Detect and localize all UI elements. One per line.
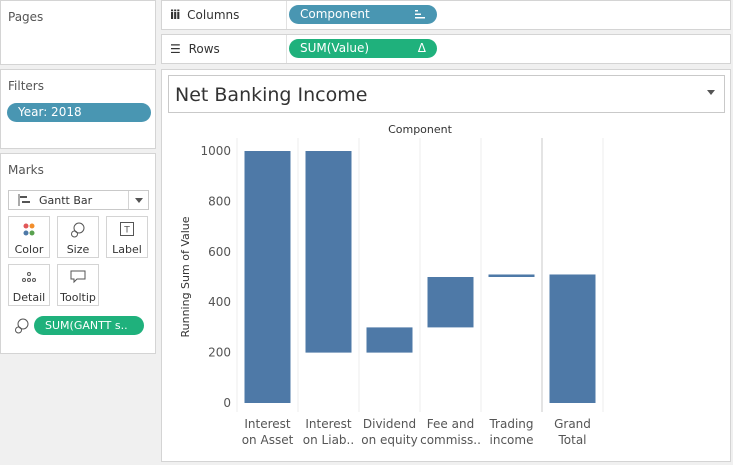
y-tick-label: 400 [208, 295, 231, 309]
detail-mark-card[interactable]: Detail [8, 264, 50, 306]
label-label: Label [112, 243, 142, 256]
y-tick-label: 0 [223, 396, 231, 410]
tooltip-icon [58, 270, 98, 290]
rows-pill-sum-value[interactable]: SUM(Value) Δ [289, 39, 437, 58]
x-tick-label: commiss.. [420, 433, 481, 447]
x-tick-label: Fee and [427, 417, 474, 431]
x-tick-label: on equity [361, 433, 418, 447]
size-field-pill[interactable]: SUM(GANTT s.. [34, 316, 144, 335]
tooltip-label: Tooltip [60, 291, 96, 304]
mark-type-label: Gantt Bar [39, 194, 93, 207]
gantt-bar-icon [18, 194, 32, 209]
worksheet-view[interactable]: Component 0 200 400 600 800 1000 Running Sum of… [161, 69, 731, 462]
x-tick-label: Interest [244, 417, 291, 431]
x-tick-label: Total [557, 433, 586, 447]
x-tick-label: on Liab.. [303, 433, 354, 447]
size-mark-card[interactable]: Size [57, 216, 99, 258]
marks-title: Marks [8, 163, 44, 177]
size-label: Size [66, 243, 90, 256]
columns-icon: iii [170, 8, 180, 22]
detail-icon [9, 270, 49, 290]
filters-card[interactable]: Filters Year: 2018 [0, 69, 156, 149]
table-calc-icon: Δ [417, 41, 426, 55]
rows-icon: ☰ [170, 42, 181, 56]
label-icon: T [107, 222, 147, 242]
columns-shelf-label: iii Columns [170, 8, 240, 22]
color-icon [9, 222, 49, 242]
mark-type-dropdown[interactable]: Gantt Bar [8, 190, 149, 210]
tooltip-mark-card[interactable]: Tooltip [57, 264, 99, 306]
color-mark-card[interactable]: Color [8, 216, 50, 258]
bar [549, 274, 596, 403]
columns-shelf[interactable]: iii Columns Component [161, 0, 731, 30]
view-title: Net Banking Income [175, 84, 368, 106]
detail-label: Detail [12, 291, 46, 304]
x-tick-label: income [490, 433, 534, 447]
waterfall-chart: Component 0 200 400 600 800 1000 Running Sum of… [179, 123, 604, 447]
column-header: Component [388, 123, 453, 136]
marks-card[interactable]: Marks Gantt Bar Color Size T Label Detai… [0, 153, 156, 354]
x-tick-label: on Asset [242, 433, 294, 447]
bar [488, 274, 535, 277]
y-tick-label: 1000 [200, 144, 231, 158]
size-icon [58, 222, 98, 242]
chevron-down-icon[interactable] [707, 90, 715, 95]
bar [305, 151, 352, 353]
x-tick-label: Trading [488, 417, 533, 431]
y-tick-label: 200 [208, 346, 231, 360]
y-tick-label: 600 [208, 245, 231, 259]
sort-descending-icon [415, 5, 426, 24]
bar [427, 277, 474, 328]
rows-shelf[interactable]: ☰ Rows SUM(Value) Δ [161, 34, 731, 64]
pages-title: Pages [8, 10, 44, 24]
bar [244, 151, 291, 403]
rows-shelf-label: ☰ Rows [170, 42, 220, 56]
bar [366, 327, 413, 353]
chevron-down-icon [135, 198, 143, 203]
title-filter-box[interactable]: Net Banking Income [168, 75, 725, 113]
filters-title: Filters [8, 79, 44, 93]
x-tick-label: Interest [305, 417, 352, 431]
label-mark-card[interactable]: T Label [106, 216, 148, 258]
color-label: Color [14, 243, 44, 256]
x-tick-label: Grand [554, 417, 591, 431]
y-axis-label: Running Sum of Value [179, 216, 192, 337]
svg-text:T: T [123, 226, 130, 236]
x-tick-label: Dividend [363, 417, 416, 431]
columns-pill-component[interactable]: Component [289, 5, 437, 24]
pages-card[interactable]: Pages [0, 0, 156, 65]
size-icon [14, 318, 30, 337]
y-tick-label: 800 [208, 194, 231, 208]
filter-pill-year[interactable]: Year: 2018 [7, 103, 151, 122]
